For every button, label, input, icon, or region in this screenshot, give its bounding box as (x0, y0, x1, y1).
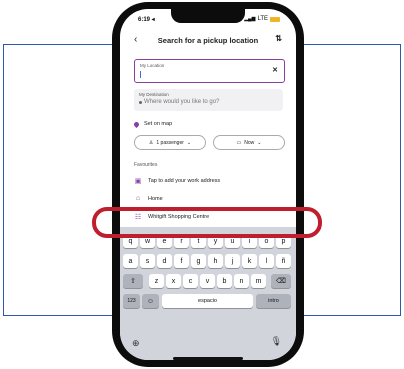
frame-right (400, 44, 401, 316)
numbers-key[interactable]: 123 (123, 294, 140, 308)
set-on-map-button[interactable]: Set on map (132, 120, 173, 128)
phone-screen: 6:19 ◂ ▂▄▆ LTE ‹ Search for a pickup loc… (120, 9, 296, 360)
destination-label: My Destination (139, 92, 169, 97)
passenger-label: 1 passenger (156, 139, 184, 146)
chevron-down-icon: ⌄ (186, 139, 192, 146)
keyboard-row-2: a s d f g h j k l ñ (120, 254, 296, 268)
key[interactable]: v (200, 274, 215, 288)
status-time: 6:19 ◂ (138, 17, 155, 23)
network-label: LTE (257, 16, 268, 22)
key[interactable]: z (149, 274, 164, 288)
set-on-map-label: Set on map (144, 121, 173, 127)
calendar-icon: ▭ (236, 139, 242, 146)
time-selector[interactable]: ▭ Now ⌄ (213, 135, 285, 150)
chevron-down-icon: ⌄ (257, 139, 262, 146)
key[interactable]: l (259, 254, 274, 268)
close-icon[interactable]: ✕ (272, 66, 278, 74)
favourite-label: Tap to add your work address (148, 178, 221, 184)
key[interactable]: c (183, 274, 198, 288)
frame-top-right (300, 44, 401, 45)
key[interactable]: m (251, 274, 266, 288)
key[interactable]: g (191, 254, 206, 268)
key[interactable]: k (242, 254, 257, 268)
key[interactable]: n (234, 274, 249, 288)
key[interactable]: s (140, 254, 155, 268)
favourite-label: Home (148, 195, 163, 202)
space-key[interactable]: espacio (162, 294, 253, 308)
passenger-selector[interactable]: ♙ 1 passenger ⌄ (134, 135, 206, 150)
return-key[interactable]: intro (256, 294, 291, 308)
keyboard-row-3: ⇧ z x c v b n m ⌫ (120, 274, 296, 288)
pin-icon (132, 120, 141, 128)
key[interactable]: b (217, 274, 232, 288)
time-label: Now (244, 139, 255, 146)
key[interactable]: a (123, 254, 138, 268)
highlight-ring (92, 207, 322, 238)
destination-field[interactable]: My Destination Where would you like to g… (134, 89, 283, 111)
status-icons: ▂▄▆ LTE (244, 16, 280, 22)
frame-bottom-right (300, 315, 401, 316)
keyboard-row-4: 123 ☺ espacio intro (120, 294, 296, 308)
briefcase-icon: ▣ (134, 178, 142, 185)
frame-left (3, 44, 4, 316)
dot-icon (139, 101, 142, 104)
status-bar: 6:19 ◂ ▂▄▆ LTE (120, 9, 296, 27)
frame-bottom-left (3, 315, 116, 316)
key[interactable]: d (157, 254, 172, 268)
favourite-home[interactable]: ⌂ Home (134, 195, 163, 202)
emoji-key[interactable]: ☺ (142, 294, 159, 308)
person-icon: ♙ (148, 139, 154, 146)
phone-frame: 6:19 ◂ ▂▄▆ LTE ‹ Search for a pickup loc… (112, 2, 304, 367)
frame-top-left (3, 44, 116, 45)
favourites-heading: Favourites (134, 162, 158, 168)
key[interactable]: x (166, 274, 181, 288)
home-indicator (173, 357, 243, 360)
pickup-label: My Location (140, 63, 165, 68)
shift-key[interactable]: ⇧ (123, 274, 143, 288)
key[interactable]: f (174, 254, 189, 268)
pickup-field[interactable]: My Location ✕ (134, 59, 285, 83)
battery-icon (270, 16, 280, 22)
keyboard: q w e r t y u i o p a s d f g h j k l ñ … (120, 227, 296, 360)
mic-icon[interactable]: 🎙 (271, 336, 282, 347)
page-title: Search for a pickup location (157, 36, 259, 45)
globe-icon[interactable]: ⊕ (132, 338, 140, 349)
key[interactable]: j (225, 254, 240, 268)
swap-icon[interactable]: ⇅ (275, 34, 282, 43)
destination-placeholder: Where would you like to go? (144, 99, 220, 105)
home-icon: ⌂ (135, 195, 141, 202)
header: ‹ Search for a pickup location ⇅ (120, 33, 296, 49)
signal-icon: ▂▄▆ (244, 16, 256, 22)
key[interactable]: h (208, 254, 223, 268)
text-cursor (140, 71, 141, 78)
key[interactable]: ñ (276, 254, 291, 268)
backspace-key[interactable]: ⌫ (271, 274, 291, 288)
favourite-work[interactable]: ▣ Tap to add your work address (134, 177, 220, 185)
